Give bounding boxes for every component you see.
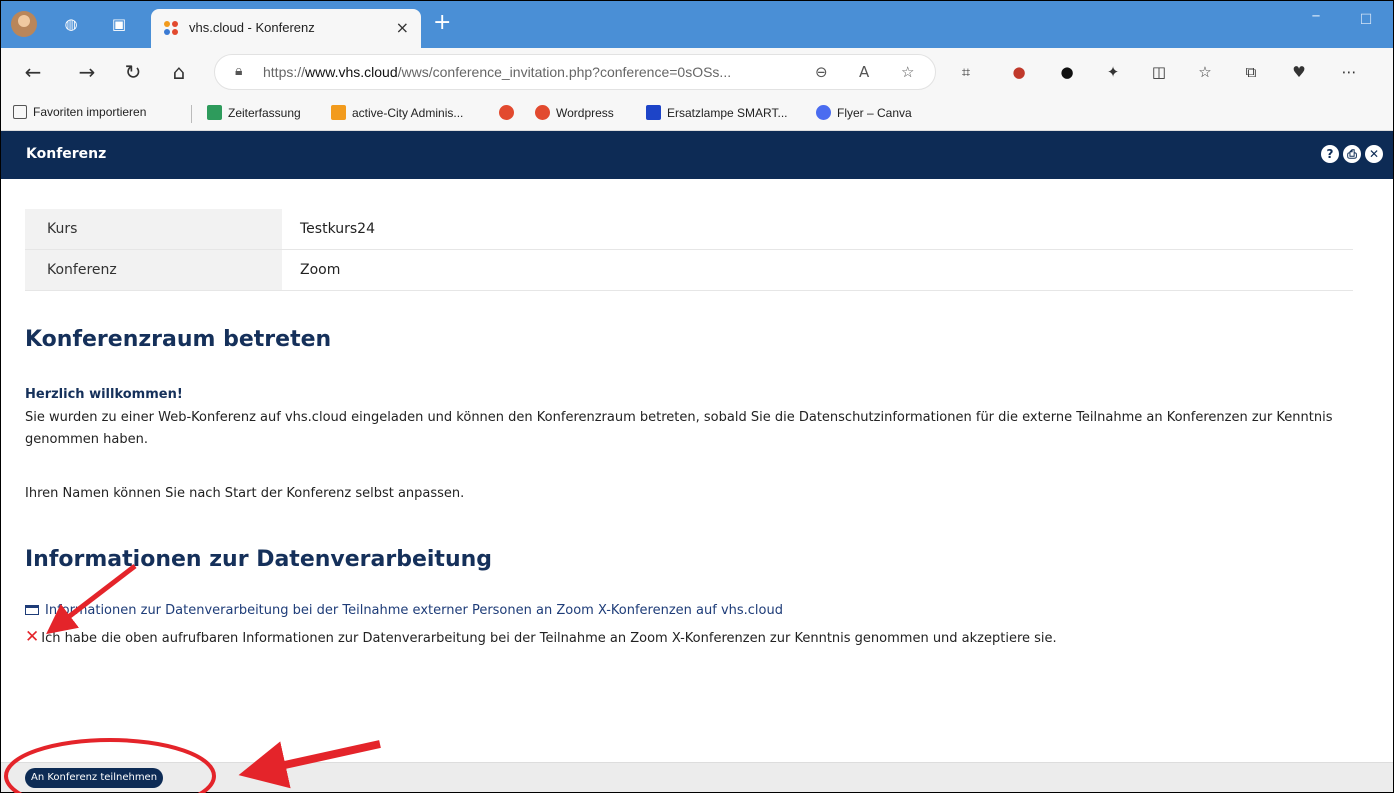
window-frame: ◍ ▣ vhs.cloud - Konferenz × + – ☐ ← → ↻ … — [0, 0, 1394, 793]
bookmark-canva[interactable]: Flyer – Canva — [816, 105, 912, 120]
bookmark-zeiterfassung[interactable]: Zeiterfassung — [207, 105, 301, 120]
reload-icon[interactable]: ↻ — [121, 60, 145, 84]
favorite-star-icon[interactable]: ☆ — [901, 63, 914, 81]
consent-checkbox-row[interactable]: ✕ Ich habe die oben aufrufbaren Informati… — [25, 627, 1057, 647]
info-table: Kurs Testkurs24 Konferenz Zoom — [25, 209, 1353, 291]
active-city-icon — [331, 105, 346, 120]
tab-title: vhs.cloud - Konferenz — [189, 20, 315, 35]
document-icon — [25, 605, 39, 615]
extension-shield-icon[interactable]: ● — [1009, 62, 1029, 82]
browser-tab-bar: ◍ ▣ vhs.cloud - Konferenz × + – ☐ — [1, 1, 1393, 48]
maximize-icon[interactable]: ☐ — [1351, 5, 1381, 35]
extension-puzzle-icon[interactable]: ✦ — [1103, 62, 1123, 82]
join-conference-button[interactable]: An Konferenz teilnehmen — [25, 768, 164, 788]
app-header: Konferenz ? ⎙ ✕ — [1, 131, 1393, 179]
browser-nav-bar: ← → ↻ ⌂ 🔒︎ https://www.vhs.cloud/wws/con… — [1, 48, 1393, 96]
browser-tab-active[interactable]: vhs.cloud - Konferenz × — [151, 9, 421, 48]
canva-icon — [816, 105, 831, 120]
info-key: Kurs — [25, 209, 282, 250]
split-screen-icon[interactable]: ◫ — [1149, 62, 1169, 82]
unchecked-x-icon[interactable]: ✕ — [25, 627, 39, 647]
print-icon[interactable]: ⎙ — [1343, 145, 1361, 163]
zeiterfassung-icon — [207, 105, 222, 120]
ersatzlampe-icon — [646, 105, 661, 120]
extension-m-icon[interactable]: ⌗ — [956, 62, 976, 82]
performance-icon[interactable]: ♥ — [1289, 62, 1309, 82]
bookmark-ersatzlampe[interactable]: Ersatzlampe SMART... — [646, 105, 787, 120]
bookmark-import[interactable]: Favoriten importieren — [13, 105, 146, 119]
url-text: https://www.vhs.cloud/wws/conference_inv… — [263, 64, 732, 80]
welcome-heading: Herzlich willkommen! — [25, 387, 183, 402]
bookmarks-bar: Favoriten importieren Zeiterfassung acti… — [1, 96, 1393, 131]
section-title-privacy: Informationen zur Datenverarbeitung — [25, 547, 493, 572]
bookmark-vhs[interactable] — [499, 105, 520, 120]
profile-avatar[interactable] — [11, 11, 37, 37]
page-title: Konferenz — [26, 146, 107, 162]
home-icon[interactable]: ⌂ — [167, 60, 191, 84]
table-row: Kurs Testkurs24 — [25, 209, 1353, 250]
info-key: Konferenz — [25, 249, 282, 291]
wordpress-icon — [535, 105, 550, 120]
bookmark-wordpress[interactable]: Wordpress — [535, 105, 614, 120]
forward-icon[interactable]: → — [75, 60, 99, 84]
main-content: Kurs Testkurs24 Konferenz Zoom Konferenz… — [1, 179, 1393, 762]
info-value: Zoom — [282, 249, 1353, 291]
bookmark-separator — [191, 105, 192, 123]
close-icon[interactable]: ✕ — [1365, 145, 1383, 163]
new-tab-button[interactable]: + — [433, 11, 451, 35]
minimize-icon[interactable]: – — [1301, 5, 1331, 35]
table-row: Konferenz Zoom — [25, 249, 1353, 291]
name-hint-paragraph: Ihren Namen können Sie nach Start der Ko… — [25, 486, 465, 501]
import-favorites-icon — [13, 105, 27, 119]
more-menu-icon[interactable]: ⋯ — [1339, 62, 1359, 82]
privacy-info-link[interactable]: Informationen zur Datenverarbeitung bei … — [25, 603, 783, 618]
bookmark-active-city[interactable]: active-City Adminis... — [331, 105, 463, 120]
vhs-cloud-favicon — [164, 21, 178, 35]
lock-icon[interactable]: 🔒︎ — [235, 63, 242, 79]
read-aloud-icon[interactable]: A — [859, 63, 869, 81]
tab-close-icon[interactable]: × — [396, 18, 409, 37]
collections-icon[interactable]: ⧉ — [1241, 62, 1261, 82]
favorites-icon[interactable]: ☆ — [1195, 62, 1215, 82]
zoom-icon[interactable]: ⊖ — [815, 63, 828, 81]
address-bar[interactable]: 🔒︎ https://www.vhs.cloud/wws/conference_… — [214, 54, 936, 90]
back-icon[interactable]: ← — [21, 60, 45, 84]
help-icon[interactable]: ? — [1321, 145, 1339, 163]
tab-actions-icon[interactable]: ▣ — [109, 14, 129, 34]
section-title-join: Konferenzraum betreten — [25, 327, 332, 352]
intro-paragraph: Sie wurden zu einer Web-Konferenz auf vh… — [25, 410, 1333, 447]
vhs-icon — [499, 105, 514, 120]
info-value: Testkurs24 — [282, 209, 1353, 250]
footer-bar: An Konferenz teilnehmen — [1, 762, 1393, 792]
extension-dark-icon[interactable]: ● — [1057, 62, 1077, 82]
workspaces-icon[interactable]: ◍ — [61, 14, 81, 34]
